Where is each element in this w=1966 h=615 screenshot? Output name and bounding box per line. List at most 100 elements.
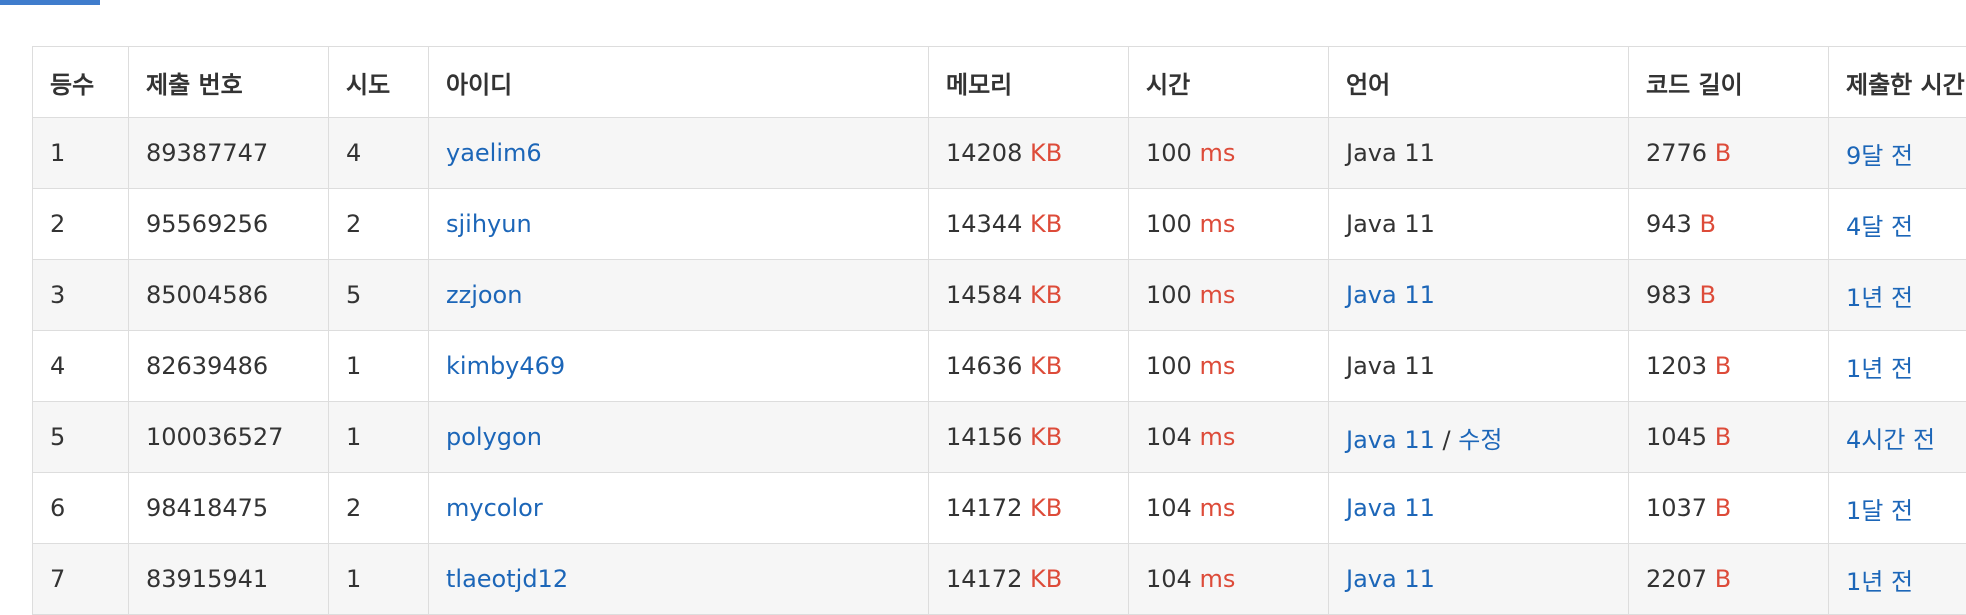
header-code-length: 코드 길이 (1629, 47, 1829, 118)
cell-language: Java 11 (1329, 331, 1629, 402)
memory-value: 14344 (946, 210, 1022, 238)
time-unit: ms (1199, 210, 1235, 238)
active-tab-indicator[interactable] (0, 0, 100, 5)
user-link[interactable]: kimby469 (446, 352, 565, 380)
language-link[interactable]: Java 11 (1346, 494, 1435, 522)
cell-code-length: 2776 B (1629, 118, 1829, 189)
cell-attempts: 4 (329, 118, 429, 189)
cell-attempts: 1 (329, 402, 429, 473)
user-link[interactable]: zzjoon (446, 281, 522, 309)
time-unit: ms (1199, 281, 1235, 309)
memory-unit: KB (1030, 423, 1062, 451)
cell-rank: 7 (33, 544, 129, 615)
cell-attempts: 1 (329, 544, 429, 615)
header-rank: 등수 (33, 47, 129, 118)
cell-rank: 5 (33, 402, 129, 473)
cell-submission-id: 83915941 (129, 544, 329, 615)
user-link[interactable]: polygon (446, 423, 542, 451)
cell-code-length: 1203 B (1629, 331, 1829, 402)
language-link[interactable]: Java 11 (1346, 565, 1435, 593)
memory-unit: KB (1030, 565, 1062, 593)
cell-submitted-at: 1년 전 (1829, 331, 1966, 402)
cell-memory: 14156 KB (929, 402, 1129, 473)
cell-memory: 14172 KB (929, 473, 1129, 544)
code-length-unit: B (1715, 565, 1731, 593)
memory-value: 14208 (946, 139, 1022, 167)
submitted-at-link[interactable]: 1달 전 (1846, 497, 1913, 525)
submitted-at-link[interactable]: 1년 전 (1846, 568, 1913, 596)
time-value: 104 (1146, 565, 1192, 593)
cell-submitted-at: 1년 전 (1829, 544, 1966, 615)
header-submission-id: 제출 번호 (129, 47, 329, 118)
time-unit: ms (1199, 565, 1235, 593)
cell-memory: 14584 KB (929, 260, 1129, 331)
cell-time: 104 ms (1129, 473, 1329, 544)
cell-code-length: 1037 B (1629, 473, 1829, 544)
table-body: 1893877474yaelim614208 KB100 msJava 1127… (33, 118, 1966, 615)
language-text: Java 11 (1346, 139, 1435, 167)
edit-link[interactable]: 수정 (1458, 426, 1502, 454)
user-link[interactable]: mycolor (446, 494, 543, 522)
memory-unit: KB (1030, 210, 1062, 238)
cell-submission-id: 85004586 (129, 260, 329, 331)
cell-rank: 1 (33, 118, 129, 189)
time-unit: ms (1199, 352, 1235, 380)
language-link[interactable]: Java 11 (1346, 281, 1435, 309)
cell-time: 104 ms (1129, 402, 1329, 473)
submitted-at-link[interactable]: 1년 전 (1846, 355, 1913, 383)
cell-attempts: 2 (329, 473, 429, 544)
cell-memory: 14344 KB (929, 189, 1129, 260)
cell-submission-id: 95569256 (129, 189, 329, 260)
code-length-value: 943 (1646, 210, 1692, 238)
time-value: 100 (1146, 352, 1192, 380)
submitted-at-link[interactable]: 1년 전 (1846, 284, 1913, 312)
cell-submission-id: 100036527 (129, 402, 329, 473)
cell-user-id: tlaeotjd12 (429, 544, 929, 615)
code-length-unit: B (1699, 281, 1715, 309)
user-link[interactable]: yaelim6 (446, 139, 542, 167)
table-row: 4826394861kimby46914636 KB100 msJava 111… (33, 331, 1966, 402)
submitted-at-link[interactable]: 4달 전 (1846, 213, 1913, 241)
submission-ranking-table: 등수 제출 번호 시도 아이디 메모리 시간 언어 코드 길이 제출한 시간 1… (32, 46, 1966, 615)
memory-value: 14172 (946, 565, 1022, 593)
cell-language: Java 11 (1329, 189, 1629, 260)
cell-submission-id: 82639486 (129, 331, 329, 402)
cell-submission-id: 98418475 (129, 473, 329, 544)
submitted-at-link[interactable]: 4시간 전 (1846, 426, 1935, 454)
cell-time: 100 ms (1129, 118, 1329, 189)
time-value: 100 (1146, 210, 1192, 238)
table-row: 6984184752mycolor14172 KB104 msJava 1110… (33, 473, 1966, 544)
cell-code-length: 2207 B (1629, 544, 1829, 615)
time-value: 100 (1146, 281, 1192, 309)
user-link[interactable]: sjihyun (446, 210, 532, 238)
cell-user-id: zzjoon (429, 260, 929, 331)
cell-attempts: 2 (329, 189, 429, 260)
cell-rank: 4 (33, 331, 129, 402)
edit-separator: / (1443, 426, 1451, 454)
time-unit: ms (1199, 423, 1235, 451)
code-length-unit: B (1715, 494, 1731, 522)
cell-language: Java 11 (1329, 544, 1629, 615)
memory-unit: KB (1030, 281, 1062, 309)
memory-unit: KB (1030, 494, 1062, 522)
cell-submitted-at: 1달 전 (1829, 473, 1966, 544)
cell-submission-id: 89387747 (129, 118, 329, 189)
cell-submitted-at: 4시간 전 (1829, 402, 1966, 473)
user-link[interactable]: tlaeotjd12 (446, 565, 568, 593)
cell-time: 104 ms (1129, 544, 1329, 615)
header-language: 언어 (1329, 47, 1629, 118)
code-length-value: 1203 (1646, 352, 1707, 380)
cell-code-length: 1045 B (1629, 402, 1829, 473)
table-row: 3850045865zzjoon14584 KB100 msJava 11983… (33, 260, 1966, 331)
cell-submitted-at: 4달 전 (1829, 189, 1966, 260)
header-attempts: 시도 (329, 47, 429, 118)
table-header-row: 등수 제출 번호 시도 아이디 메모리 시간 언어 코드 길이 제출한 시간 (33, 47, 1966, 118)
cell-attempts: 1 (329, 331, 429, 402)
header-user-id: 아이디 (429, 47, 929, 118)
cell-submitted-at: 9달 전 (1829, 118, 1966, 189)
submitted-at-link[interactable]: 9달 전 (1846, 142, 1913, 170)
cell-memory: 14208 KB (929, 118, 1129, 189)
language-link[interactable]: Java 11 (1346, 426, 1435, 454)
cell-memory: 14172 KB (929, 544, 1129, 615)
cell-time: 100 ms (1129, 260, 1329, 331)
